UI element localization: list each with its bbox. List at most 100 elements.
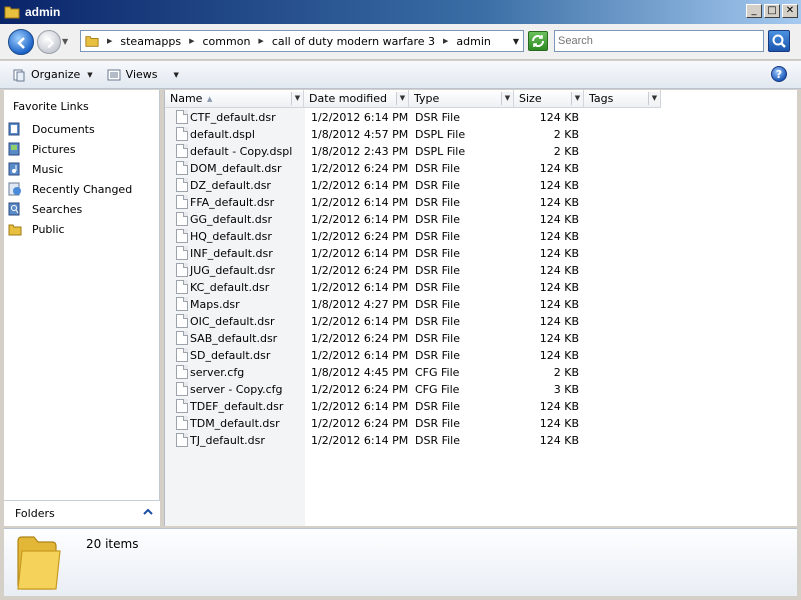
back-button[interactable] (8, 29, 34, 55)
file-icon (176, 297, 188, 311)
file-date: 1/2/2012 6:14 PM (311, 315, 409, 328)
table-row[interactable]: JUG_default.dsr 1/2/2012 6:24 PM DSR File 1… (165, 262, 798, 279)
recent-pages-dropdown[interactable]: ▼ (62, 38, 70, 46)
nav-item-public[interactable]: Public (8, 220, 65, 238)
file-name: GG_default.dsr (190, 213, 272, 226)
column-header-size[interactable]: Size ▼ (514, 90, 584, 108)
table-row[interactable]: TDM_default.dsr 1/2/2012 6:24 PM DSR File 1… (165, 415, 798, 432)
file-name: SAB_default.dsr (190, 332, 278, 345)
chevron-down-icon: ▼ (173, 70, 179, 79)
file-date: 1/2/2012 6:24 PM (311, 230, 409, 243)
breadcrumb-cod-mw3[interactable]: call of duty modern warfare 3 (272, 35, 435, 48)
nav-item-documents[interactable]: Documents (8, 120, 95, 138)
public-folder-icon (8, 222, 22, 236)
column-header-label: Size (519, 92, 542, 105)
table-row[interactable]: CTF_default.dsr 1/2/2012 6:14 PM DSR File 1… (165, 109, 798, 126)
file-type: DSR File (415, 162, 460, 175)
breadcrumb-separator[interactable]: ▶ (258, 37, 263, 45)
minimize-button[interactable]: _ (746, 4, 762, 18)
sort-ascending-icon: ▲ (207, 95, 213, 103)
table-row[interactable]: FFA_default.dsr 1/2/2012 6:14 PM DSR File 1… (165, 194, 798, 211)
table-row[interactable]: DOM_default.dsr 1/2/2012 6:24 PM DSR File 1… (165, 160, 798, 177)
file-size: 2 KB (553, 145, 579, 158)
nav-item-music[interactable]: Music (8, 160, 63, 178)
table-row[interactable]: server - Copy.cfg 1/2/2012 6:24 PM CFG Fil… (165, 381, 798, 398)
column-filter-dropdown[interactable]: ▼ (571, 92, 583, 105)
table-row[interactable]: TJ_default.dsr 1/2/2012 6:14 PM DSR File 12… (165, 432, 798, 449)
help-button[interactable]: ? (771, 66, 787, 82)
column-header-type[interactable]: Type ▼ (409, 90, 514, 108)
title-bar[interactable]: admin _ □ ✕ (0, 0, 801, 24)
file-name: default - Copy.dspl (190, 145, 293, 158)
table-row[interactable]: INF_default.dsr 1/2/2012 6:14 PM DSR File 1… (165, 245, 798, 262)
nav-item-label: Pictures (32, 142, 76, 156)
file-name: JUG_default.dsr (190, 264, 275, 277)
file-type: DSR File (415, 315, 460, 328)
table-row[interactable]: GG_default.dsr 1/2/2012 6:14 PM DSR File 12… (165, 211, 798, 228)
file-name: KC_default.dsr (190, 281, 270, 294)
file-name: DOM_default.dsr (190, 162, 282, 175)
refresh-button[interactable] (528, 31, 548, 51)
file-date: 1/8/2012 4:27 PM (311, 298, 409, 311)
address-box[interactable]: ▶ steamapps ▶ common ▶ call of duty mode… (80, 30, 524, 52)
column-filter-dropdown[interactable]: ▼ (291, 92, 303, 105)
forward-button[interactable] (37, 30, 61, 54)
close-button[interactable]: ✕ (782, 4, 798, 18)
file-date: 1/2/2012 6:14 PM (311, 281, 409, 294)
file-date: 1/2/2012 6:14 PM (311, 434, 409, 447)
file-name: server.cfg (190, 366, 245, 379)
table-row[interactable]: HQ_default.dsr 1/2/2012 6:24 PM DSR File 12… (165, 228, 798, 245)
column-filter-dropdown[interactable]: ▼ (648, 92, 660, 105)
table-row[interactable]: server.cfg 1/8/2012 4:45 PM CFG File 2 KB (165, 364, 798, 381)
file-size: 124 KB (539, 264, 579, 277)
table-row[interactable]: OIC_default.dsr 1/2/2012 6:14 PM DSR File 1… (165, 313, 798, 330)
file-date: 1/2/2012 6:24 PM (311, 162, 409, 175)
column-header-tags[interactable]: Tags ▼ (584, 90, 661, 108)
column-filter-dropdown[interactable]: ▼ (396, 92, 408, 105)
file-rows: CTF_default.dsr 1/2/2012 6:14 PM DSR File 1… (165, 109, 798, 449)
table-row[interactable]: DZ_default.dsr 1/2/2012 6:14 PM DSR File 12… (165, 177, 798, 194)
breadcrumb-common[interactable]: common (203, 35, 251, 48)
search-icon (772, 34, 786, 48)
nav-item-pictures[interactable]: Pictures (8, 140, 76, 158)
breadcrumb-admin[interactable]: admin (456, 35, 490, 48)
search-button[interactable] (768, 30, 790, 52)
file-size: 124 KB (539, 179, 579, 192)
file-date: 1/2/2012 6:14 PM (311, 400, 409, 413)
file-type: DSR File (415, 349, 460, 362)
organize-label: Organize (31, 68, 81, 81)
item-count: 20 items (86, 537, 139, 551)
file-size: 124 KB (539, 111, 579, 124)
table-row[interactable]: TDEF_default.dsr 1/2/2012 6:14 PM DSR File… (165, 398, 798, 415)
column-filter-dropdown[interactable]: ▼ (501, 92, 513, 105)
file-date: 1/2/2012 6:14 PM (311, 247, 409, 260)
nav-item-searches[interactable]: Searches (8, 200, 82, 218)
views-menu[interactable]: Views ▼ (103, 64, 183, 86)
table-row[interactable]: default.dspl 1/8/2012 4:57 PM DSPL File 2 K… (165, 126, 798, 143)
breadcrumb-separator[interactable]: ▶ (443, 37, 448, 45)
column-header-name[interactable]: Name ▲ ▼ (165, 90, 304, 108)
breadcrumb-steamapps[interactable]: steamapps (120, 35, 181, 48)
address-dropdown[interactable]: ▼ (513, 37, 519, 46)
breadcrumb-separator[interactable]: ▶ (189, 37, 194, 45)
table-row[interactable]: KC_default.dsr 1/2/2012 6:14 PM DSR File 12… (165, 279, 798, 296)
table-row[interactable]: SD_default.dsr 1/2/2012 6:14 PM DSR File 12… (165, 347, 798, 364)
maximize-button[interactable]: □ (764, 4, 780, 18)
search-input[interactable] (554, 30, 764, 52)
nav-item-recently-changed[interactable]: Recently Changed (8, 180, 132, 198)
table-row[interactable]: Maps.dsr 1/8/2012 4:27 PM DSR File 124 KB (165, 296, 798, 313)
column-header-date[interactable]: Date modified ▼ (304, 90, 409, 108)
file-name: OIC_default.dsr (190, 315, 275, 328)
organize-menu[interactable]: Organize ▼ (8, 64, 97, 86)
table-row[interactable]: default - Copy.dspl 1/8/2012 2:43 PM DSPL … (165, 143, 798, 160)
file-icon (176, 348, 188, 362)
file-icon (176, 433, 188, 447)
breadcrumb-separator[interactable]: ▶ (107, 37, 112, 45)
file-type: CFG File (415, 383, 460, 396)
file-icon (176, 280, 188, 294)
table-row[interactable]: SAB_default.dsr 1/2/2012 6:24 PM DSR File 1… (165, 330, 798, 347)
folders-toggle[interactable]: Folders (4, 500, 160, 526)
file-date: 1/8/2012 4:57 PM (311, 128, 409, 141)
file-date: 1/2/2012 6:24 PM (311, 383, 409, 396)
file-name: FFA_default.dsr (190, 196, 275, 209)
